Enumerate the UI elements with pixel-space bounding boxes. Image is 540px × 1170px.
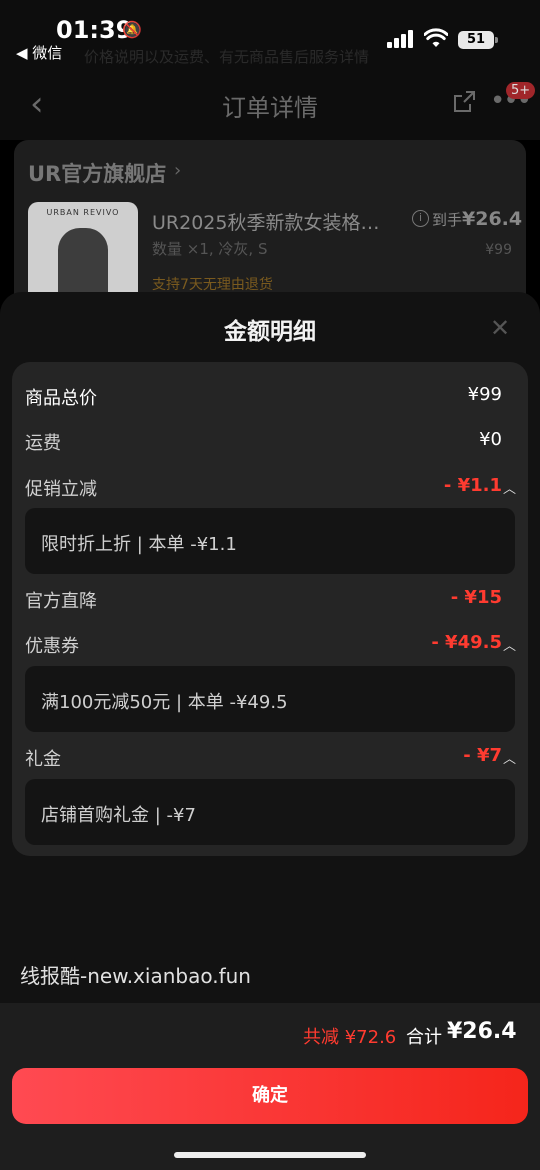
notification-badge: 5+: [506, 82, 536, 99]
official-discount-value: - ¥15: [450, 587, 502, 608]
coupon-label[interactable]: 优惠券: [25, 632, 79, 658]
gift-detail-box: 店铺首购礼金 | -¥7: [25, 779, 515, 845]
mute-bell-icon: 🔕: [122, 20, 142, 39]
chevron-up-icon[interactable]: ︿: [503, 478, 516, 497]
faded-header-text: 价格说明以及运费、有无商品售后服务详情: [84, 48, 370, 66]
gift-label[interactable]: 礼金: [25, 745, 61, 771]
back-to-wechat-link[interactable]: ◀ 微信: [16, 42, 62, 63]
official-discount-label: 官方直降: [25, 591, 97, 612]
goods-total-value: ¥99: [467, 384, 502, 405]
promo-discount-label[interactable]: 促销立减: [25, 475, 97, 501]
status-bar: 01:39 🔕 ◀ 微信 价格说明以及运费、有无商品售后服务详情 51: [0, 0, 540, 66]
home-indicator[interactable]: [174, 1152, 366, 1158]
wifi-icon: [424, 28, 448, 47]
arrival-price-value: ¥26.4: [462, 208, 523, 230]
promo-detail-box: 限时折上折 | 本单 -¥1.1: [25, 508, 515, 574]
product-spec: 数量 ×1, 冷灰, S: [152, 240, 268, 258]
total-value: ¥26.4: [447, 1019, 517, 1044]
coupon-detail-text: 满100元减50元 | 本单 -¥49.5: [41, 692, 288, 713]
shipping-value: ¥0: [479, 429, 502, 450]
chevron-up-icon[interactable]: ︿: [503, 635, 516, 654]
product-image-brand: URBAN REVIVO: [46, 208, 120, 217]
total-discount: 共减 ¥72.6: [303, 1027, 397, 1048]
coupon-detail-box: 满100元减50元 | 本单 -¥49.5: [25, 666, 515, 732]
close-icon[interactable]: ✕: [490, 314, 510, 342]
arrival-label: 到手: [432, 211, 463, 229]
total-label: 合计: [406, 1027, 442, 1048]
battery-indicator: 51: [458, 31, 498, 49]
share-icon[interactable]: [452, 90, 476, 114]
order-card: UR官方旗舰店 › URBAN REVIVO UR2025秋季新款女装格… 数量…: [14, 140, 526, 310]
gift-value[interactable]: - ¥7: [463, 745, 502, 766]
promo-discount-value[interactable]: - ¥1.1: [444, 475, 502, 496]
sheet-title: 金额明细: [224, 319, 316, 345]
product-title[interactable]: UR2025秋季新款女装格…: [152, 208, 379, 235]
watermark-text: 线报酷-new.xianbao.fun: [20, 964, 251, 988]
footer-bar: 共减 ¥72.6 合计 ¥26.4 确定: [0, 1003, 540, 1170]
chevron-right-icon: ›: [174, 160, 182, 181]
arrival-price: 到手¥26.4: [432, 208, 522, 230]
gift-detail-text: 店铺首购礼金 | -¥7: [41, 805, 196, 826]
goods-total-label: 商品总价: [25, 388, 97, 409]
status-time: 01:39: [56, 16, 133, 44]
shipping-label: 运费: [25, 433, 61, 454]
nav-bar: ‹ 订单详情 ••• 5+: [0, 66, 540, 140]
chevron-up-icon[interactable]: ︿: [503, 748, 516, 767]
info-icon[interactable]: i: [412, 210, 429, 227]
store-name[interactable]: UR官方旗舰店: [28, 158, 166, 188]
coupon-value[interactable]: - ¥49.5: [431, 632, 502, 653]
cellular-signal-icon: [387, 30, 415, 48]
return-policy-tag: 支持7天无理由退货: [152, 277, 273, 293]
original-price: ¥99: [485, 242, 512, 258]
promo-detail-text: 限时折上折 | 本单 -¥1.1: [41, 534, 237, 555]
confirm-button[interactable]: 确定: [12, 1068, 528, 1124]
amount-detail-card: 商品总价 ¥99 运费 ¥0 促销立减 - ¥1.1 ︿ 限时折上折 | 本单 …: [12, 362, 528, 856]
